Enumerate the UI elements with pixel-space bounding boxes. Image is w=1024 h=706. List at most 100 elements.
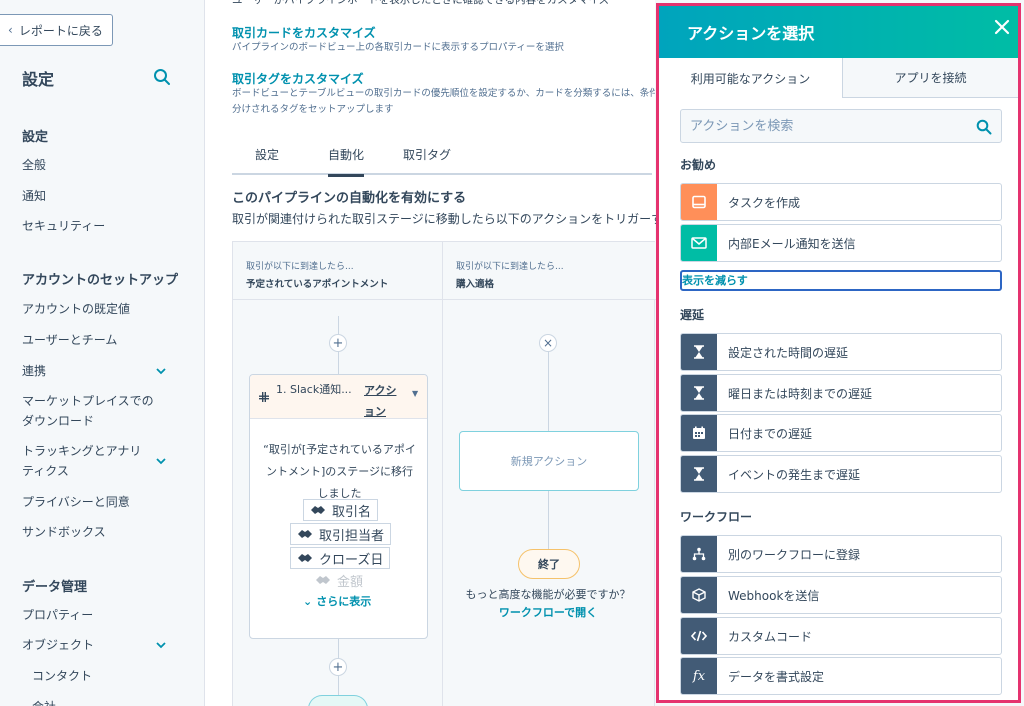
sidebar-title: 設定 [22, 70, 55, 89]
hourglass-icon [681, 334, 717, 370]
group-recommended: お勧め [680, 158, 717, 172]
sidebar-item-general[interactable]: 全般 [22, 155, 172, 175]
tab-deal-tags[interactable]: 取引タグ [403, 146, 451, 163]
customize-deal-tags-link[interactable]: 取引タグをカスタマイズ [232, 70, 364, 87]
chevron-down-icon[interactable] [155, 639, 167, 651]
end-node [308, 695, 368, 706]
sidebar-item-marketplace[interactable]: マーケットプレイスでのダウンロード [22, 391, 162, 431]
action-label: イベントの発生まで遅延 [728, 468, 861, 482]
hourglass-icon [681, 456, 717, 492]
action-label: 設定された時間の遅延 [728, 346, 849, 360]
group-delay: 遅延 [680, 308, 705, 322]
action-send-webhook[interactable]: Webhookを送信 [680, 576, 1002, 614]
show-less-link[interactable]: 表示を減らす [680, 270, 1002, 291]
hourglass-icon [681, 375, 717, 411]
action-delay-until-event[interactable]: イベントの発生まで遅延 [680, 455, 1002, 493]
slack-icon [259, 392, 269, 402]
action-send-internal-email[interactable]: 内部Eメール通知を送信 [680, 224, 1002, 262]
chevron-down-icon[interactable] [155, 365, 167, 377]
add-action-button[interactable]: + [329, 334, 347, 352]
sidebar-item-contacts[interactable]: コンタクト [32, 666, 182, 686]
action-custom-code[interactable]: カスタムコード [680, 617, 1002, 655]
group-workflow: ワークフロー [680, 510, 753, 524]
token-deal-name: 取引名 [303, 499, 379, 521]
action-label: 内部Eメール通知を送信 [728, 237, 856, 251]
sidebar-item-users-teams[interactable]: ユーザーとチーム [22, 330, 172, 350]
action-label: データを書式設定 [728, 670, 825, 684]
handshake-icon [311, 506, 325, 514]
customize-deal-card-desc: パイプラインのボードビュー上の各取引カードに表示するプロパティーを選択 [232, 42, 564, 53]
webhook-icon [681, 577, 717, 613]
sidebar-item-sandbox[interactable]: サンドボックス [22, 522, 172, 542]
action-delay-set-time[interactable]: 設定された時間の遅延 [680, 333, 1002, 371]
token-amount: 金額 [308, 569, 371, 591]
email-icon [681, 225, 717, 261]
settings-sidebar: ‹ レポートに戻る 設定 設定 全般 通知 セキュリティー アカウントのセットア… [0, 0, 205, 706]
tab-available-actions[interactable]: 利用可能なアクション [659, 58, 843, 98]
handshake-icon [298, 530, 312, 538]
search-icon[interactable] [976, 119, 992, 135]
back-to-reports-button[interactable]: ‹ レポートに戻る [0, 14, 113, 46]
search-icon[interactable] [153, 68, 171, 86]
handshake-icon [298, 554, 312, 562]
sidebar-section-data-management: データ管理 [22, 580, 88, 595]
action-create-task[interactable]: タスクを作成 [680, 183, 1002, 221]
handshake-icon [316, 576, 330, 584]
back-button-label: レポートに戻る [18, 23, 103, 38]
chevron-down-icon: ⌄ [303, 595, 313, 608]
action-delay-until-day-time[interactable]: 曜日または時刻までの遅延 [680, 374, 1002, 412]
action-search-input[interactable] [681, 110, 971, 142]
tab-automation[interactable]: 自動化 [328, 146, 365, 177]
code-icon [681, 618, 717, 654]
sidebar-item-account-defaults[interactable]: アカウントの既定値 [22, 299, 172, 319]
pipeline-tabs: 設定 自動化 取引タグ [232, 137, 652, 177]
sidebar-section-settings: 設定 [22, 130, 49, 145]
sidebar-item-notifications[interactable]: 通知 [22, 186, 172, 206]
action-label: 別のワークフローに登録 [728, 548, 861, 562]
tab-settings[interactable]: 設定 [255, 146, 279, 163]
sidebar-item-objects[interactable]: オブジェクト [22, 635, 172, 655]
new-action-placeholder[interactable]: 新規アクション [459, 431, 639, 491]
panel-header: アクションを選択 [659, 6, 1018, 58]
chevron-left-icon: ‹ [8, 23, 13, 37]
action-delay-until-date[interactable]: 日付までの遅延 [680, 414, 1002, 452]
workflow-icon [681, 536, 717, 572]
remove-action-button[interactable]: × [539, 334, 557, 352]
task-icon [681, 184, 717, 220]
automation-board: 取引が以下に到達したら... 予定されているアポイントメント + + 1. Sl… [232, 241, 656, 706]
action-format-data[interactable]: fx データを書式設定 [680, 657, 1002, 695]
slack-action-card[interactable]: 1. Slack通知... アクション ▼ “取引が[予定されているアポイントメ… [249, 374, 428, 639]
stage-column-header: 取引が以下に到達したら... 購入適格 [443, 242, 656, 300]
customize-deal-card-link[interactable]: 取引カードをカスタマイズ [232, 24, 376, 41]
stage-column-header: 取引が以下に到達したら... 予定されているアポイントメント [233, 242, 442, 300]
sidebar-item-security[interactable]: セキュリティー [22, 216, 172, 236]
section-description: 取引が関連付けられた取引ステージに移動したら以下のアクションをトリガーする [232, 212, 676, 226]
chevron-down-icon[interactable] [155, 455, 167, 467]
action-search [680, 109, 1002, 143]
sidebar-section-account-setup: アカウントのセットアップ [22, 273, 179, 288]
action-label: タスクを作成 [728, 196, 801, 210]
stage-column-body: × 新規アクション 終了 もっと高度な機能が必要ですか？ ワークフローで開く [443, 301, 656, 706]
sidebar-item-properties[interactable]: プロパティー [22, 605, 172, 625]
add-action-button[interactable]: + [329, 658, 347, 676]
token-deal-owner: 取引担当者 [290, 523, 392, 545]
tab-connect-apps[interactable]: アプリを接続 [843, 58, 1018, 98]
action-menu-button[interactable]: アクション [364, 380, 404, 422]
sidebar-item-privacy[interactable]: プライバシーと同意 [22, 492, 172, 512]
action-label: Webhookを送信 [728, 589, 820, 603]
close-icon[interactable] [993, 18, 1011, 36]
caret-down-icon[interactable]: ▼ [412, 389, 418, 398]
customize-deal-tags-desc: ボードビューとテーブルビューの取引カードの優先順位を設定するか、カードを分類する… [232, 88, 655, 99]
token-label: 金額 [337, 574, 364, 590]
show-more-link[interactable]: ⌄ さらに表示 [303, 593, 371, 609]
token-label: 取引名 [332, 504, 372, 520]
sidebar-item-integrations[interactable]: 連携 [22, 361, 172, 381]
open-in-workflows-link[interactable]: ワークフローで開く [443, 604, 653, 620]
action-enroll-workflow[interactable]: 別のワークフローに登録 [680, 535, 1002, 573]
sidebar-item-tracking[interactable]: トラッキングとアナリティクス [22, 441, 152, 481]
token-label: クローズ日 [319, 552, 384, 568]
sidebar-item-companies[interactable]: 会社 [32, 697, 182, 706]
column-stage-name: 購入適格 [456, 279, 495, 290]
token-label: 取引担当者 [319, 528, 385, 544]
main-content: ユーザーがパイプラインボードを表示したときに確認できる内容をカスタマイズ 取引カ… [205, 0, 675, 706]
